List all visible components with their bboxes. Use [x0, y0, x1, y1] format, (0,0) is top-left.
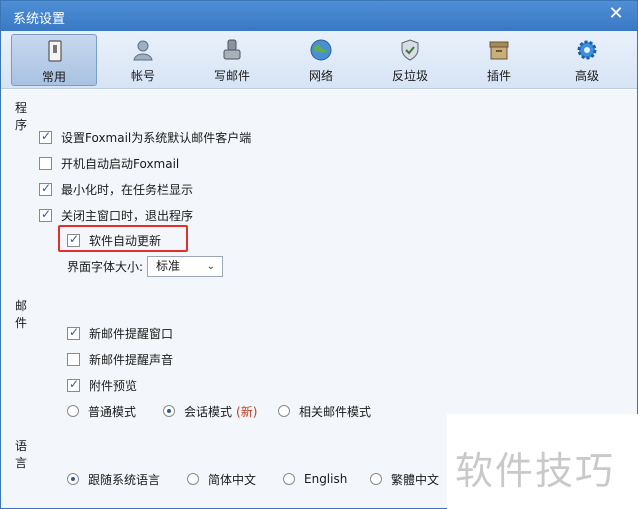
tab-label: 高级 — [574, 69, 599, 83]
annotation-highlight-box — [58, 225, 188, 252]
tab-label: 帐号 — [130, 69, 155, 83]
related-mail-mode-option[interactable]: 相关邮件模式 — [278, 401, 371, 421]
normal-mode-option[interactable]: 普通模式 — [67, 401, 136, 421]
tab-compose[interactable]: 写邮件 — [189, 34, 275, 86]
anti-spam-shield-icon — [401, 39, 419, 61]
program-group-title: 程序 — [11, 99, 32, 133]
attachment-preview-checkbox[interactable] — [67, 377, 80, 392]
tab-anti-spam[interactable]: 反垃圾 — [367, 34, 453, 86]
tab-account[interactable]: 帐号 — [100, 34, 186, 86]
option-label: 最小化时，在任务栏显示 — [61, 182, 194, 197]
option-label: 开机自动启动Foxmail — [61, 156, 180, 171]
settings-window: 系统设置 ✕ 常用 帐号 写邮件 网络 反垃圾 插件 高级 程序 ✓ 设置Fox… — [0, 0, 638, 509]
exit-on-close-checkbox[interactable] — [39, 207, 52, 222]
related-mail-mode-radio[interactable] — [278, 405, 290, 417]
option-label: 设置Foxmail为系统默认邮件客户端 — [61, 130, 252, 145]
lang-follow-system-radio[interactable] — [67, 473, 79, 485]
tab-label: 反垃圾 — [391, 69, 428, 83]
plugin-box-icon — [489, 41, 509, 60]
general-settings-icon — [48, 40, 62, 62]
title-bar[interactable]: 系统设置 ✕ — [1, 1, 637, 31]
default-client-checkbox[interactable] — [39, 129, 52, 144]
tab-general[interactable]: 常用 — [11, 34, 97, 86]
tab-label: 插件 — [486, 69, 511, 83]
option-label: 附件预览 — [89, 378, 138, 393]
option-label: 关闭主窗口时，退出程序 — [61, 208, 194, 223]
default-client-option[interactable]: 设置Foxmail为系统默认邮件客户端 — [39, 127, 251, 147]
lang-traditional-chinese-option[interactable]: 繁體中文 — [370, 469, 439, 489]
option-label: 新邮件提醒窗口 — [89, 326, 174, 341]
account-user-icon — [133, 40, 153, 61]
option-label: English — [304, 472, 348, 486]
new-mail-sound-checkbox[interactable] — [67, 352, 80, 366]
compose-mail-icon — [223, 39, 241, 60]
lang-simplified-chinese-option[interactable]: 简体中文 — [187, 469, 256, 489]
minimize-taskbar-option[interactable]: 最小化时，在任务栏显示 — [39, 179, 193, 199]
autostart-option[interactable]: 开机自动启动Foxmail — [39, 153, 179, 173]
lang-follow-system-option[interactable]: 跟随系统语言 — [67, 469, 160, 489]
tab-advanced[interactable]: 高级 — [544, 34, 630, 86]
lang-english-option[interactable]: English — [283, 469, 347, 489]
tab-label: 写邮件 — [213, 69, 250, 83]
new-mail-popup-option[interactable]: 新邮件提醒窗口 — [67, 323, 173, 343]
font-size-select[interactable]: 标准 ⌄ — [147, 256, 223, 277]
option-label: 普通模式 — [88, 404, 137, 419]
lang-english-radio[interactable] — [283, 473, 295, 485]
window-title: 系统设置 — [13, 12, 66, 27]
option-label: 会话模式 — [184, 404, 233, 419]
minimize-taskbar-checkbox[interactable] — [39, 181, 52, 196]
lang-simplified-chinese-radio[interactable] — [187, 473, 199, 485]
lang-traditional-chinese-radio[interactable] — [370, 473, 382, 485]
font-size-label: 界面字体大小: — [67, 260, 144, 274]
conversation-mode-radio[interactable] — [163, 405, 175, 417]
autostart-checkbox[interactable] — [39, 156, 52, 170]
exit-on-close-option[interactable]: 关闭主窗口时，退出程序 — [39, 205, 193, 225]
watermark: 软件技巧 — [447, 414, 638, 509]
tab-label: 网络 — [308, 69, 333, 83]
advanced-gear-icon — [577, 40, 597, 60]
watermark-text: 软件技巧 — [455, 449, 616, 493]
mail-group-title: 邮件 — [11, 297, 32, 331]
option-label: 繁體中文 — [391, 472, 440, 487]
option-label: 新邮件提醒声音 — [89, 352, 174, 367]
chevron-down-icon: ⌄ — [206, 261, 215, 272]
option-label: 简体中文 — [208, 472, 257, 487]
tab-label: 常用 — [41, 70, 66, 84]
option-label: 跟随系统语言 — [88, 472, 161, 487]
attachment-preview-option[interactable]: 附件预览 — [67, 375, 137, 395]
close-icon[interactable]: ✕ — [607, 5, 625, 23]
normal-mode-radio[interactable] — [67, 405, 79, 417]
new-badge: (新) — [236, 404, 258, 419]
option-label: 相关邮件模式 — [299, 404, 372, 419]
network-globe-icon — [310, 39, 332, 61]
tab-network[interactable]: 网络 — [278, 34, 364, 86]
font-size-value: 标准 — [156, 259, 181, 273]
settings-toolbar: 常用 帐号 写邮件 网络 反垃圾 插件 高级 — [1, 31, 637, 89]
new-mail-popup-checkbox[interactable] — [67, 325, 80, 340]
language-group-title: 语言 — [11, 437, 32, 471]
conversation-mode-option[interactable]: 会话模式 (新) — [163, 401, 257, 421]
new-mail-sound-option[interactable]: 新邮件提醒声音 — [67, 349, 173, 369]
tab-plugins[interactable]: 插件 — [456, 34, 542, 86]
